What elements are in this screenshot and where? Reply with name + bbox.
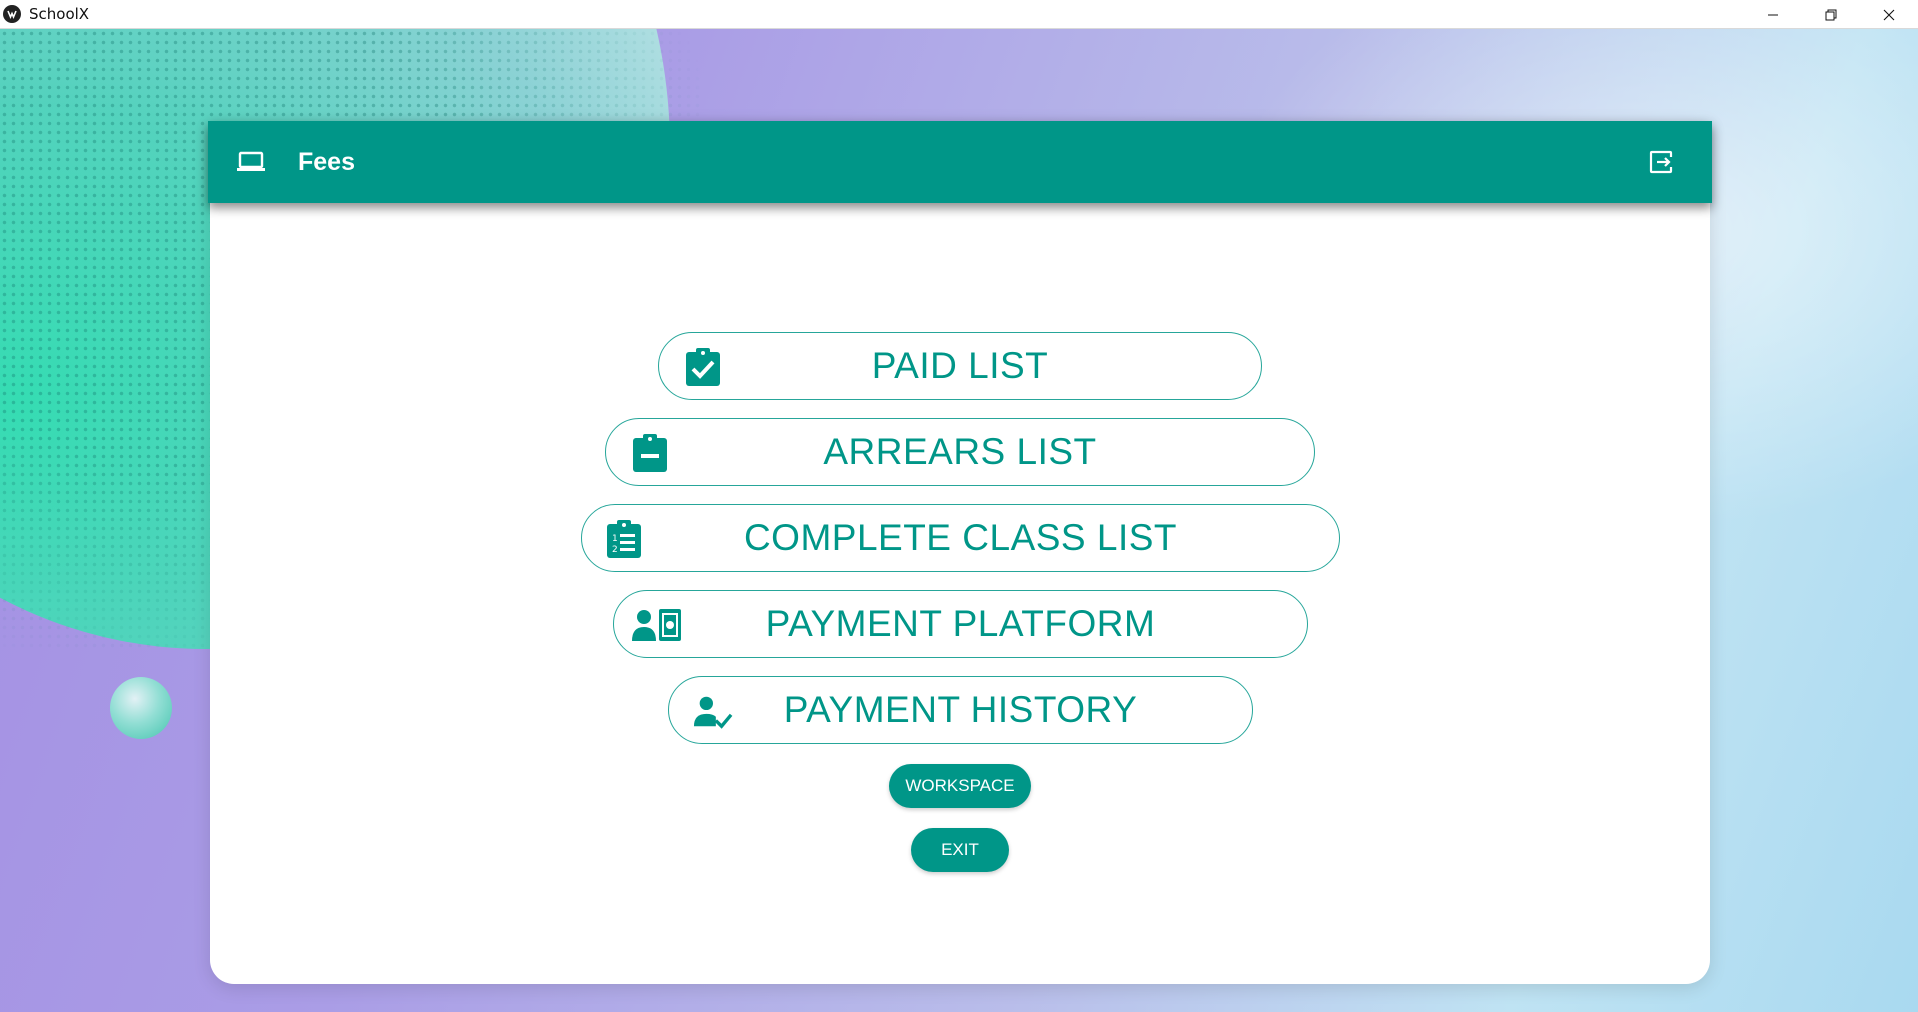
laptop-icon[interactable] (236, 147, 266, 177)
minimize-icon[interactable] (1744, 0, 1802, 29)
svg-text:1: 1 (612, 534, 618, 544)
logout-icon[interactable] (1646, 147, 1676, 177)
exit-button[interactable]: EXIT (911, 828, 1009, 872)
top-app-bar: Fees (208, 121, 1712, 203)
background-sphere (110, 677, 172, 739)
app-logo-icon (3, 5, 21, 23)
payment-history-button[interactable]: PAYMENT HISTORY (668, 676, 1253, 744)
clipboard-list-icon: 1 2 (604, 519, 644, 559)
svg-text:2: 2 (612, 545, 618, 555)
arrears-list-button[interactable]: ARREARS LIST (605, 418, 1315, 486)
payment-platform-label: PAYMENT PLATFORM (765, 603, 1156, 644)
window-controls (1744, 0, 1918, 29)
fees-card: Fees PAID LIST ARREARS LIST 1 2 COMPLETE… (208, 121, 1712, 984)
restore-icon[interactable] (1802, 0, 1860, 29)
complete-class-list-label: COMPLETE CLASS LIST (743, 517, 1178, 558)
background: Fees PAID LIST ARREARS LIST 1 2 COMPLETE… (0, 29, 1918, 1012)
paid-list-label: PAID LIST (871, 345, 1049, 386)
close-icon[interactable] (1860, 0, 1918, 29)
user-check-icon (693, 691, 733, 731)
payment-history-label: PAYMENT HISTORY (783, 689, 1138, 730)
clipboard-check-icon (683, 347, 723, 387)
paid-list-button[interactable]: PAID LIST (658, 332, 1262, 400)
page-title: Fees (298, 147, 355, 176)
window-title: SchoolX (29, 5, 90, 23)
user-cash-icon (632, 605, 684, 645)
workspace-button[interactable]: WORKSPACE (889, 764, 1031, 808)
complete-class-list-button[interactable]: 1 2 COMPLETE CLASS LIST (581, 504, 1340, 572)
window-titlebar: SchoolX (0, 0, 1918, 29)
clipboard-minus-icon (630, 433, 670, 473)
arrears-list-label: ARREARS LIST (823, 431, 1097, 472)
payment-platform-button[interactable]: PAYMENT PLATFORM (613, 590, 1308, 658)
